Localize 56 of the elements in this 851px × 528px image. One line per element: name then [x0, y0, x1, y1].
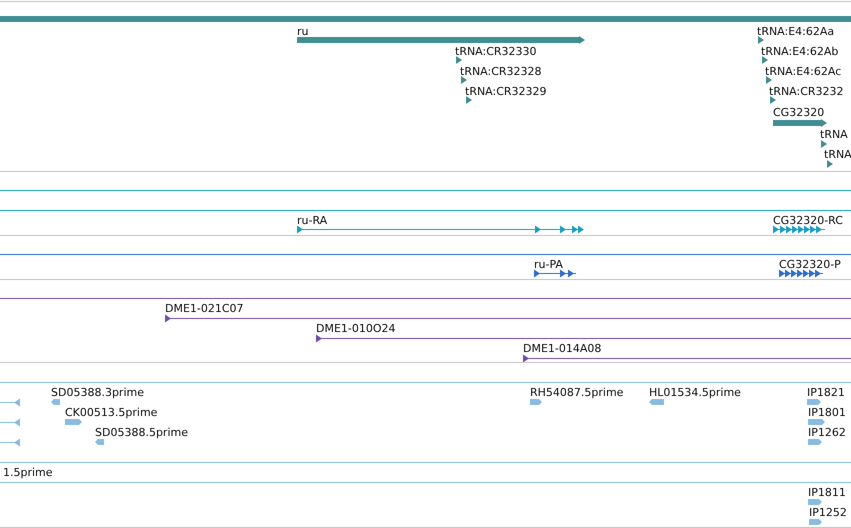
feature-label: IP1811 [808, 486, 846, 499]
transcript-glyph[interactable] [772, 226, 826, 234]
feature-block[interactable] [808, 419, 825, 425]
feature-label: tRNA [820, 128, 848, 141]
feature-arrow[interactable] [758, 36, 764, 44]
feature-label: IP1252 [809, 506, 847, 519]
feature-label: tRNA:CR32329 [465, 85, 547, 98]
feature-label: HL01534.5prime [649, 386, 741, 399]
feature-label: tRNA:CR32328 [460, 65, 542, 78]
feature-block[interactable] [807, 399, 821, 405]
feature-label: CG32320-RC [773, 214, 843, 227]
feature-label: SD05388.3prime [51, 386, 144, 399]
feature-label: DME1-014A08 [523, 342, 602, 355]
feature-block[interactable] [95, 439, 104, 445]
feature-arrow[interactable] [466, 96, 472, 104]
feature-label: CG32320 [773, 106, 824, 119]
feature-block[interactable] [530, 399, 542, 405]
feature-label: DME1-010O24 [316, 322, 396, 335]
feature-label: IP1821 [807, 386, 845, 399]
feature-arrow[interactable] [456, 56, 462, 64]
feature-block[interactable] [51, 399, 60, 405]
feature-block[interactable] [809, 519, 822, 525]
feature-block[interactable] [808, 499, 822, 505]
feature-label: tRNA:CR32330 [455, 45, 537, 58]
feature-arrow[interactable] [821, 140, 827, 148]
gene-bar[interactable] [297, 36, 585, 44]
feature-label: CG32320-P [779, 258, 841, 271]
feature-arrow[interactable] [827, 160, 833, 168]
alignment-line[interactable] [164, 314, 851, 322]
gene-bar[interactable] [773, 119, 827, 127]
transcript-glyph[interactable] [534, 270, 576, 278]
feature-label: tRNA:CR3232 [769, 85, 844, 98]
feature-label: tRNA:E4:62Ac [765, 65, 842, 78]
transcript-glyph[interactable] [778, 270, 824, 278]
feature-label: IP1262 [808, 426, 846, 439]
alignment-line[interactable] [522, 354, 851, 362]
feature-arrow[interactable] [762, 56, 768, 64]
feature-label: ru-RA [297, 214, 328, 227]
feature-block[interactable] [649, 399, 664, 405]
feature-label: ru [297, 25, 308, 38]
feature-label: tRNA:E4:62Ab [761, 45, 838, 58]
feature-label: IP1801 [808, 406, 846, 419]
feature-label: CK00513.5prime [65, 406, 158, 419]
feature-block[interactable] [808, 439, 822, 445]
feature-label: RH54087.5prime [530, 386, 624, 399]
feature-arrow[interactable] [461, 76, 467, 84]
feature-arrow[interactable] [766, 76, 772, 84]
feature-label: DME1-021C07 [165, 302, 244, 315]
feature-label: SD05388.5prime [95, 426, 188, 439]
feature-label: ru-PA [534, 258, 563, 271]
feature-label: 1.5prime [3, 466, 53, 479]
alignment-line[interactable] [316, 334, 851, 342]
feature-block[interactable] [65, 419, 82, 425]
transcript-glyph[interactable] [296, 226, 584, 234]
feature-label: tRNA:E4:62Aa [757, 25, 834, 38]
feature-arrow[interactable] [770, 96, 776, 104]
